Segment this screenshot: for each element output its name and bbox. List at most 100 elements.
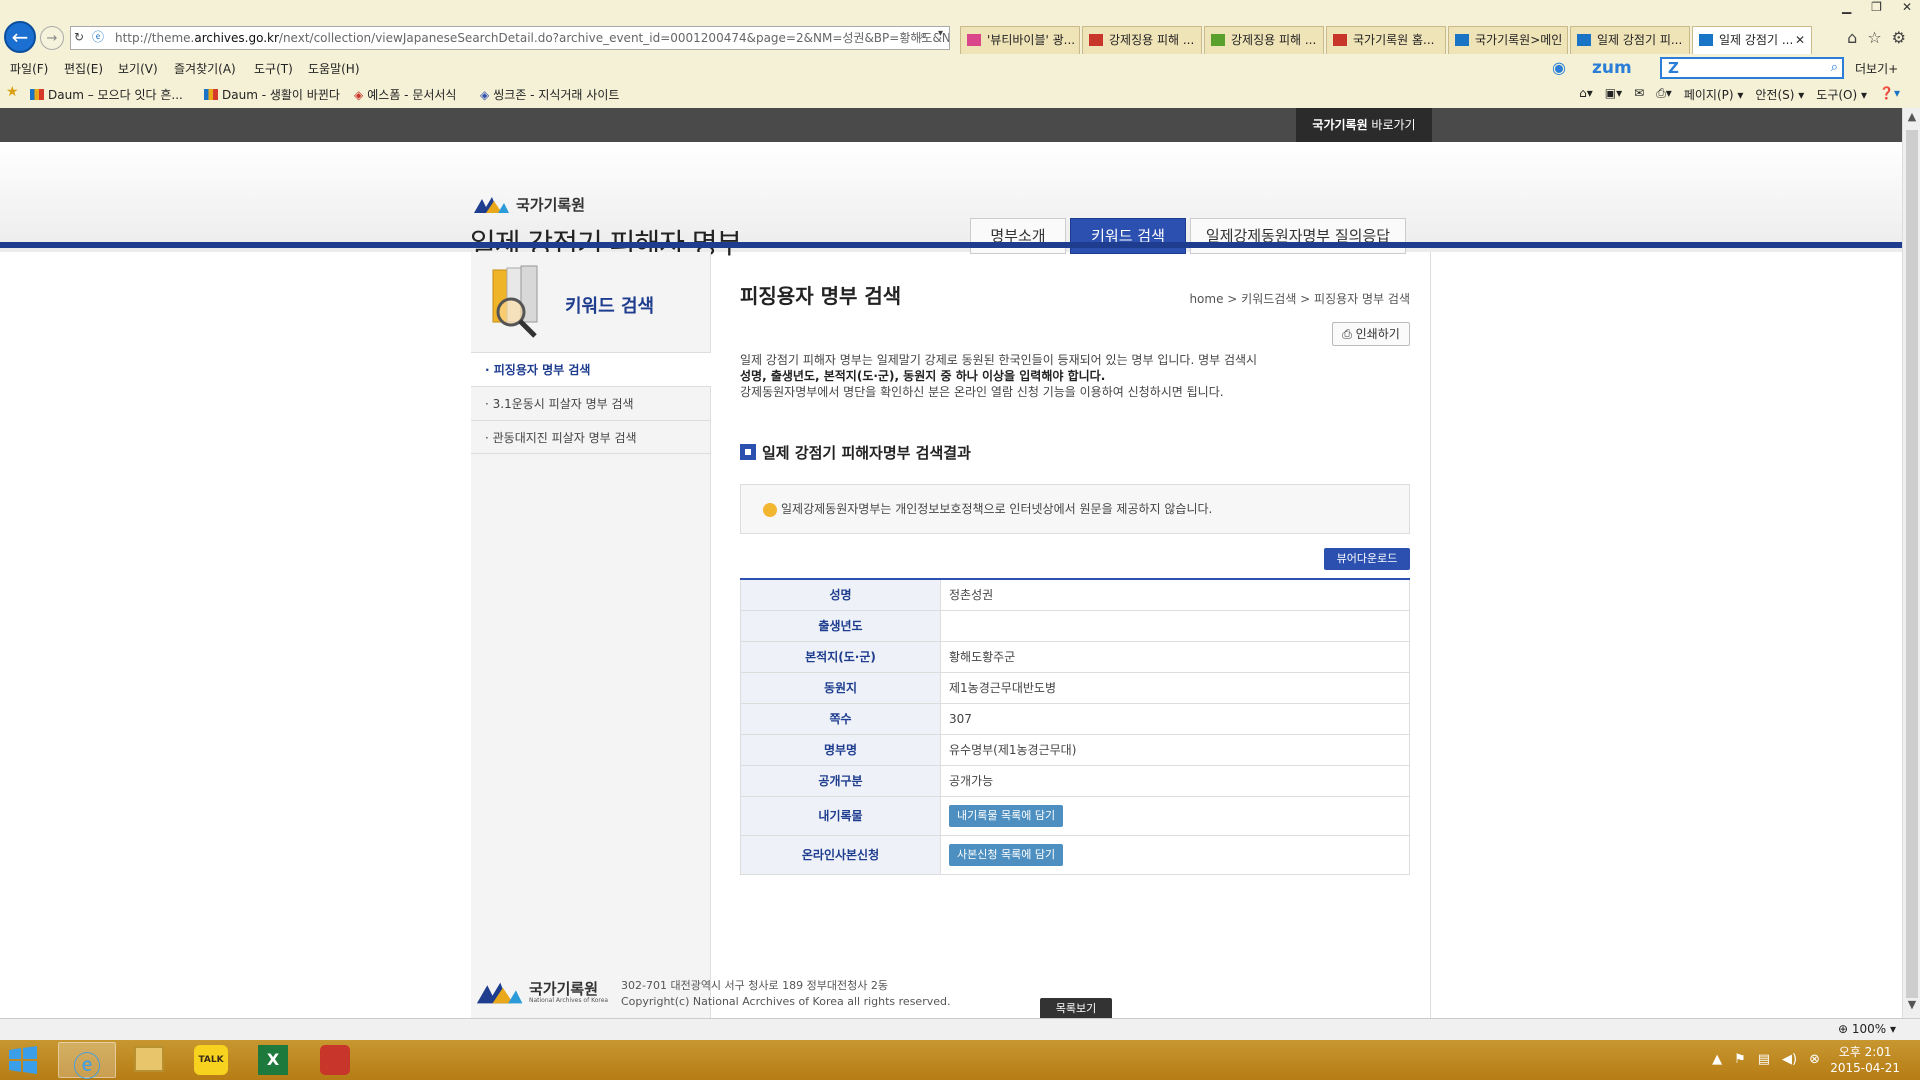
fav-label: 예스폼 - 문서서식	[367, 88, 457, 102]
nav-intro[interactable]: 명부소개	[970, 218, 1066, 254]
result-heading-text: 일제 강점기 피해자명부 검색결과	[762, 444, 971, 462]
footer-logo: 국가기록원 National Archives of Korea	[471, 978, 611, 1006]
taskbar-app[interactable]	[306, 1042, 364, 1078]
star-icon[interactable]: ☆	[1867, 28, 1881, 47]
gear-icon[interactable]: ⚙	[1892, 28, 1906, 47]
lnb-item-kanto-search[interactable]: · 관동대지진 피살자 명부 검색	[471, 420, 711, 454]
table-row: 온라인사본신청 사본신청 목록에 담기	[740, 834, 1410, 875]
browser-tab[interactable]: 일제 강점기 ... ✕	[1692, 26, 1812, 54]
cell-value: 황해도황주군	[940, 640, 1410, 673]
add-my-records-button[interactable]: 내기록물 목록에 담기	[949, 804, 1064, 827]
cell-label: 온라인사본신청	[740, 834, 941, 875]
search-icon[interactable]: ⌕	[1831, 60, 1838, 75]
browser-tab[interactable]: '뷰티바이블' 광...	[960, 26, 1080, 54]
fav-label: 씽크존 - 지식거래 사이트	[493, 88, 620, 102]
cell-value: 유수명부(제1농경근무대)	[940, 733, 1410, 766]
kakaotalk-icon: TALK	[194, 1045, 228, 1075]
feeds-icon[interactable]: ▣▾	[1605, 86, 1622, 103]
scroll-thumb[interactable]	[1906, 130, 1918, 998]
network-icon[interactable]: ▤	[1758, 1052, 1770, 1067]
tab-label: '뷰티바이블' 광...	[987, 33, 1076, 47]
windows-start-icon[interactable]	[8, 1046, 38, 1074]
cell-label: 명부명	[740, 733, 941, 766]
restore-icon[interactable]: ❐	[1871, 0, 1882, 20]
page-menu[interactable]: 페이지(P) ▾	[1684, 86, 1744, 103]
address-bar[interactable]: http://theme.archives.go.kr/next/collect…	[70, 26, 950, 50]
search-icon[interactable]: ⌕	[920, 28, 927, 43]
menu-tools[interactable]: 도구(T)	[254, 60, 293, 77]
browser-tab[interactable]: 강제징용 피해 ...	[1204, 26, 1324, 54]
mail-icon[interactable]: ✉	[1634, 86, 1644, 103]
org-logo[interactable]: 국가기록원	[472, 194, 585, 215]
lnb-item-march1-search[interactable]: · 3.1운동시 피살자 명부 검색	[471, 386, 711, 420]
flag-icon[interactable]: ⚑	[1734, 1052, 1746, 1067]
scroll-up-icon[interactable]: ▲	[1903, 110, 1920, 126]
help-icon[interactable]: ❓▾	[1879, 86, 1900, 103]
forward-button[interactable]: →	[40, 26, 64, 50]
home-icon[interactable]: ⌂	[1847, 28, 1857, 47]
footer-org-name: 국가기록원	[529, 980, 599, 998]
more-button[interactable]: 더보기+	[1855, 60, 1898, 77]
nav-qna[interactable]: 일제강제동원자명부 질의응답	[1190, 218, 1406, 254]
home-dropdown-icon[interactable]: ⌂▾	[1579, 86, 1593, 103]
safety-menu[interactable]: 안전(S) ▾	[1755, 86, 1804, 103]
zum-search-input[interactable]: Z ⌕	[1660, 57, 1844, 79]
browser-tab[interactable]: 국가기록원 홈...	[1326, 26, 1446, 54]
vertical-scrollbar[interactable]: ▲ ▼	[1902, 108, 1920, 1018]
window-controls: ▁ ❐ ✕	[1842, 0, 1912, 20]
volume-icon[interactable]: ◀)	[1782, 1052, 1797, 1067]
menu-edit[interactable]: 편집(E)	[64, 60, 103, 77]
footer-address: 302-701 대전광역시 서구 청사로 189 정부대전청사 2동	[621, 979, 888, 992]
minimize-icon[interactable]: ▁	[1842, 0, 1851, 20]
fav-item-daum-2[interactable]: Daum - 생활이 바뀐다	[204, 86, 340, 103]
scroll-down-icon[interactable]: ▼	[1903, 998, 1920, 1014]
info-dot-icon	[763, 503, 777, 517]
fav-item-daum-1[interactable]: Daum – 모으다 잇다 흔...	[30, 86, 183, 103]
tab-favicon-icon	[967, 34, 981, 46]
daum-icon	[204, 89, 218, 100]
intro-line-2: 성명, 출생년도, 본적지(도·군), 동원지 중 하나 이상을 입력해야 합니…	[740, 369, 1106, 383]
result-table: 성명 정촌성권 출생년도 본적지(도·군) 황해도황주군 동원지 제1농경근무대반도병 쪽수 3…	[740, 578, 1410, 875]
fav-item-thinkzone[interactable]: ◈ 씽크존 - 지식거래 사이트	[480, 86, 619, 103]
command-bar: ⌂▾ ▣▾ ✉ ⎙▾ 페이지(P) ▾ 안전(S) ▾ 도구(O) ▾ ❓▾	[1579, 86, 1900, 103]
footer-org-en: National Archives of Korea	[529, 997, 609, 1004]
close-window-icon[interactable]: ✕	[1902, 0, 1912, 20]
taskbar-excel[interactable]: X	[244, 1042, 302, 1078]
zum-logo[interactable]: zum	[1592, 58, 1632, 78]
tab-close-icon[interactable]: ✕	[1795, 27, 1805, 53]
taskbar: ⓔ TALK X ▲ ⚑ ▤ ◀) ⊗ 오후 2:01 2015-04-21	[0, 1040, 1920, 1080]
nav-keyword-search[interactable]: 키워드 검색	[1070, 218, 1186, 254]
browser-tab[interactable]: 일제 강점기 피...	[1570, 26, 1690, 54]
fav-label: Daum – 모으다 잇다 흔...	[48, 88, 183, 102]
favorites-star-icon[interactable]: ★	[6, 84, 19, 100]
menu-file[interactable]: 파일(F)	[10, 60, 48, 77]
screen: ▁ ❐ ✕ ← → http://theme.archives.go.kr/ne…	[0, 0, 1920, 1080]
tools-menu[interactable]: 도구(O) ▾	[1816, 86, 1867, 103]
chevron-down-icon[interactable]: ▾	[938, 28, 943, 39]
zum-search-engine-icon[interactable]: ◉	[1552, 58, 1566, 77]
tray-arrow-icon[interactable]: ▲	[1712, 1052, 1722, 1067]
ime-icon[interactable]: ⊗	[1809, 1052, 1820, 1067]
browser-tab[interactable]: 국가기록원>메인	[1448, 26, 1568, 54]
menu-view[interactable]: 보기(V)	[118, 60, 158, 77]
zoom-icon: ⊕	[1837, 1022, 1849, 1036]
print-button[interactable]: ⎙ 인쇄하기	[1332, 322, 1410, 346]
taskbar-explorer[interactable]	[120, 1042, 178, 1078]
menu-help[interactable]: 도움말(H)	[308, 60, 360, 77]
lnb-item-conscript-search[interactable]: · 피징용자 명부 검색	[471, 352, 711, 386]
clock[interactable]: 오후 2:01 2015-04-21	[1830, 1044, 1900, 1076]
taskbar-kakaotalk[interactable]: TALK	[182, 1042, 240, 1078]
print-dropdown-icon[interactable]: ⎙▾	[1656, 86, 1672, 103]
tab-label: 국가기록원 홈...	[1353, 33, 1435, 47]
viewer-download-button[interactable]: 뷰어다운로드	[1324, 548, 1410, 570]
archive-home-link[interactable]: 국가기록원 바로가기	[1296, 108, 1432, 142]
menu-favorites[interactable]: 즐겨찾기(A)	[174, 60, 236, 77]
zoom-control[interactable]: ⊕ 100% ▾	[1838, 1022, 1896, 1036]
add-copy-request-button[interactable]: 사본신청 목록에 담기	[949, 843, 1064, 866]
taskbar-ie[interactable]: ⓔ	[58, 1042, 116, 1080]
left-nav-header: 키워드 검색	[471, 252, 711, 352]
back-button[interactable]: ←	[4, 21, 36, 53]
fav-item-yesform[interactable]: ◈ 예스폼 - 문서서식	[354, 86, 456, 103]
refresh-icon[interactable]: ↻	[74, 30, 88, 44]
browser-tab[interactable]: 강제징용 피해 ...	[1082, 26, 1202, 54]
